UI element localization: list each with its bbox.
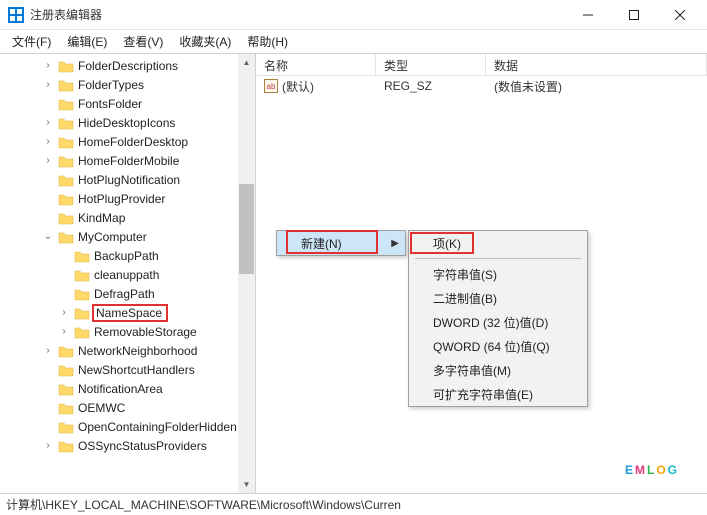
tree-label: OEMWC — [78, 401, 125, 415]
tree-label: cleanuppath — [94, 268, 159, 282]
tree-scrollbar[interactable]: ▲ ▼ — [238, 54, 255, 493]
tree-item-ossyncstatusproviders[interactable]: › OSSyncStatusProviders — [0, 436, 255, 455]
scroll-thumb[interactable] — [239, 184, 254, 274]
submenu-arrow-icon: ▶ — [391, 238, 399, 249]
ctx-multi[interactable]: 多字符串值(M) — [409, 358, 587, 382]
minimize-button[interactable] — [565, 0, 611, 30]
tree-item-folderdescriptions[interactable]: › FolderDescriptions — [0, 56, 255, 75]
ctx-new[interactable]: 新建(N) ▶ — [277, 231, 405, 255]
ctx-expand[interactable]: 可扩充字符串值(E) — [409, 382, 587, 406]
tree-label: HotPlugNotification — [78, 173, 180, 187]
list-row[interactable]: ab (默认) REG_SZ (数值未设置) — [256, 76, 707, 96]
tree-label: NetworkNeighborhood — [78, 344, 197, 358]
tree-item-notificationarea[interactable]: NotificationArea — [0, 379, 255, 398]
tree-item-removablestorage[interactable]: › RemovableStorage — [0, 322, 255, 341]
tree-label: HomeFolderDesktop — [78, 135, 188, 149]
expand-icon[interactable]: › — [42, 345, 54, 356]
ctx-binary[interactable]: 二进制值(B) — [409, 286, 587, 310]
tree-item-hidedesktopicons[interactable]: › HideDesktopIcons — [0, 113, 255, 132]
tree-label: HotPlugProvider — [78, 192, 165, 206]
close-button[interactable] — [657, 0, 703, 30]
expand-icon[interactable]: ⌄ — [42, 231, 54, 242]
tree-item-cleanuppath[interactable]: cleanuppath — [0, 265, 255, 284]
tree-label: OpenContainingFolderHidden — [78, 420, 237, 434]
watermark-logo: EMLOG — [625, 435, 679, 485]
tree-label: RemovableStorage — [94, 325, 197, 339]
expand-icon[interactable]: › — [42, 136, 54, 147]
tree-label: MyComputer — [78, 230, 147, 244]
window-title: 注册表编辑器 — [30, 6, 565, 23]
tree-label: NewShortcutHandlers — [78, 363, 195, 377]
expand-icon[interactable]: › — [42, 155, 54, 166]
ctx-new-label: 新建(N) — [301, 235, 342, 252]
cell-name: ab (默认) — [256, 78, 376, 95]
tree-item-networkneighborhood[interactable]: › NetworkNeighborhood — [0, 341, 255, 360]
tree-item-homefoldermobile[interactable]: › HomeFolderMobile — [0, 151, 255, 170]
tree-label: OSSyncStatusProviders — [78, 439, 207, 453]
tree-item-opencontainingfolderhidden[interactable]: OpenContainingFolderHidden — [0, 417, 255, 436]
tree-label: FolderDescriptions — [78, 59, 178, 73]
menu-edit[interactable]: 编辑(E) — [59, 31, 115, 52]
tree-item-hotplugprovider[interactable]: HotPlugProvider — [0, 189, 255, 208]
scroll-down-icon[interactable]: ▼ — [238, 476, 255, 493]
expand-icon[interactable]: › — [42, 60, 54, 71]
titlebar: 注册表编辑器 — [0, 0, 707, 30]
menu-separator — [415, 258, 581, 259]
tree-item-homefolderdesktop[interactable]: › HomeFolderDesktop — [0, 132, 255, 151]
cell-type: REG_SZ — [376, 79, 486, 93]
tree-label: NotificationArea — [78, 382, 163, 396]
menu-view[interactable]: 查看(V) — [115, 31, 171, 52]
value-name: (默认) — [282, 78, 314, 95]
app-icon — [8, 7, 24, 23]
statusbar: 计算机\HKEY_LOCAL_MACHINE\SOFTWARE\Microsof… — [0, 493, 707, 515]
tree-item-oemwc[interactable]: OEMWC — [0, 398, 255, 417]
menu-favorites[interactable]: 收藏夹(A) — [171, 31, 239, 52]
tree-item-backuppath[interactable]: BackupPath — [0, 246, 255, 265]
maximize-button[interactable] — [611, 0, 657, 30]
context-menu-submenu: 项(K) 字符串值(S) 二进制值(B) DWORD (32 位)值(D) QW… — [408, 230, 588, 407]
col-data[interactable]: 数据 — [486, 54, 707, 75]
col-name[interactable]: 名称 — [256, 54, 376, 75]
ctx-string[interactable]: 字符串值(S) — [409, 262, 587, 286]
tree-label: KindMap — [78, 211, 125, 225]
ctx-key[interactable]: 项(K) — [409, 231, 587, 255]
context-menu-primary: 新建(N) ▶ — [276, 230, 406, 256]
tree-label: NameSpace — [96, 306, 162, 320]
expand-icon[interactable]: › — [42, 117, 54, 128]
workspace: › FolderDescriptions › FolderTypes FontsFold… — [0, 54, 707, 493]
expand-icon[interactable]: › — [58, 307, 70, 318]
tree-label: DefragPath — [94, 287, 155, 301]
tree-label: FontsFolder — [78, 97, 142, 111]
tree-item-kindmap[interactable]: KindMap — [0, 208, 255, 227]
tree-label: FolderTypes — [78, 78, 144, 92]
statusbar-path: 计算机\HKEY_LOCAL_MACHINE\SOFTWARE\Microsof… — [6, 496, 401, 513]
expand-icon[interactable]: › — [58, 326, 70, 337]
registry-tree[interactable]: › FolderDescriptions › FolderTypes FontsFold… — [0, 54, 255, 457]
tree-pane: › FolderDescriptions › FolderTypes FontsFold… — [0, 54, 256, 493]
tree-item-fontsfolder[interactable]: FontsFolder — [0, 94, 255, 113]
tree-item-namespace[interactable]: › NameSpace — [0, 303, 255, 322]
tree-label: BackupPath — [94, 249, 159, 263]
list-header: 名称 类型 数据 — [256, 54, 707, 76]
tree-label: HomeFolderMobile — [78, 154, 179, 168]
tree-item-hotplugnotification[interactable]: HotPlugNotification — [0, 170, 255, 189]
menu-file[interactable]: 文件(F) — [4, 31, 59, 52]
scroll-up-icon[interactable]: ▲ — [238, 54, 255, 71]
tree-item-newshortcuthandlers[interactable]: NewShortcutHandlers — [0, 360, 255, 379]
tree-label: HideDesktopIcons — [78, 116, 175, 130]
col-type[interactable]: 类型 — [376, 54, 486, 75]
ctx-dword[interactable]: DWORD (32 位)值(D) — [409, 310, 587, 334]
cell-data: (数值未设置) — [486, 78, 707, 95]
expand-icon[interactable]: › — [42, 440, 54, 451]
reg-string-icon: ab — [264, 79, 278, 93]
tree-item-defragpath[interactable]: DefragPath — [0, 284, 255, 303]
menu-help[interactable]: 帮助(H) — [239, 31, 296, 52]
menubar: 文件(F) 编辑(E) 查看(V) 收藏夹(A) 帮助(H) — [0, 30, 707, 54]
tree-item-foldertypes[interactable]: › FolderTypes — [0, 75, 255, 94]
ctx-qword[interactable]: QWORD (64 位)值(Q) — [409, 334, 587, 358]
tree-item-mycomputer[interactable]: ⌄ MyComputer — [0, 227, 255, 246]
expand-icon[interactable]: › — [42, 79, 54, 90]
